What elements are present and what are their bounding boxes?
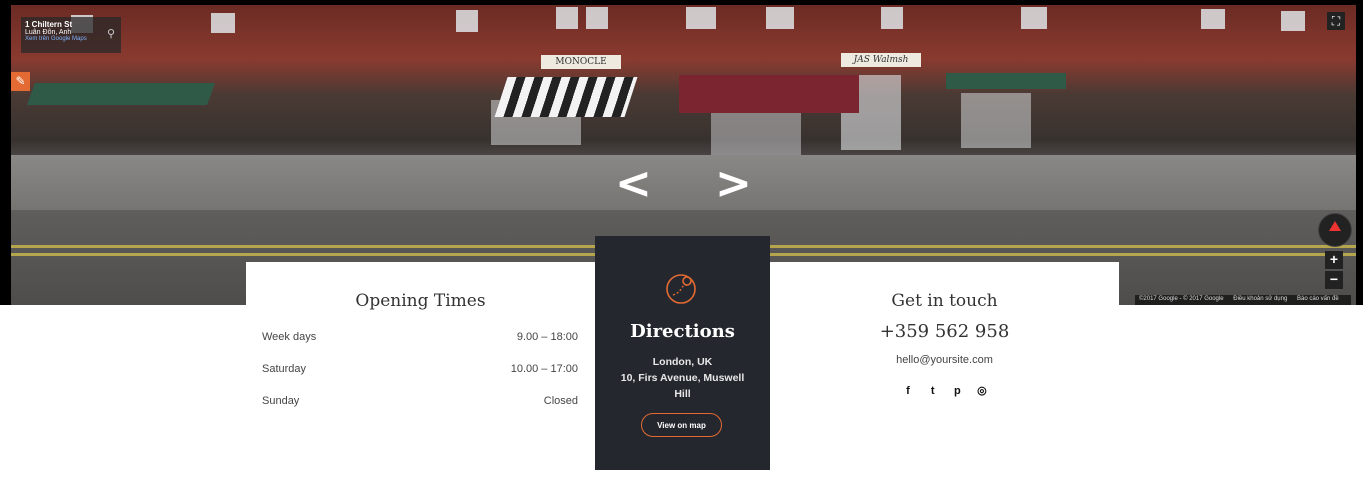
shop-sign: MONOCLE <box>541 55 621 69</box>
directions-card: Directions London, UK 10, Firs Avenue, M… <box>595 236 770 470</box>
pinterest-icon[interactable]: p <box>949 383 965 399</box>
shop-sign: JAS Walmsh <box>841 53 921 67</box>
map-location-icon <box>666 274 696 304</box>
zoom-in-button[interactable]: + <box>1325 251 1343 269</box>
opening-day: Week days <box>262 331 317 343</box>
opening-row: Week days 9.00 – 18:00 <box>262 331 578 351</box>
copyright-text: ©2017 Google - © 2017 Google <box>1139 296 1224 302</box>
email-link[interactable]: hello@yoursite.com <box>770 354 1119 366</box>
directions-city: London, UK <box>652 356 713 368</box>
opening-hours: Closed <box>543 395 578 407</box>
google-footer: ©2017 Google - © 2017 Google Điều khoản … <box>1135 295 1351 305</box>
directions-street: 10, Firs Avenue, Muswell <box>620 372 745 384</box>
shop-awning <box>946 73 1066 89</box>
building-window <box>456 10 478 32</box>
view-on-google-maps-link[interactable]: Xem trên Google Maps <box>25 36 117 42</box>
view-on-map-button[interactable]: View on map <box>641 413 722 437</box>
report-link[interactable]: Báo cáo vấn đề <box>1297 296 1339 302</box>
opening-hours: 10.00 – 17:00 <box>510 363 578 375</box>
directions-area: Hill <box>674 388 691 400</box>
shop-awning-striped <box>494 77 638 117</box>
address-info-box[interactable]: 1 Chiltern St Luân Đôn, Anh Xem trên Goo… <box>21 17 121 53</box>
opening-day: Saturday <box>262 363 307 375</box>
phone-number[interactable]: +359 562 958 <box>770 321 1119 342</box>
shop-window <box>961 93 1031 148</box>
building-window <box>766 7 794 29</box>
zoom-out-button[interactable]: − <box>1325 271 1343 289</box>
shop-awning-red <box>679 75 859 113</box>
directions-title: Directions <box>630 321 735 342</box>
opening-day: Sunday <box>262 395 300 407</box>
opening-hours: 9.00 – 18:00 <box>516 331 578 343</box>
sidewalk <box>11 155 1356 215</box>
address-title: 1 Chiltern St <box>25 20 73 29</box>
shop-awning <box>26 83 216 105</box>
building-window <box>1201 9 1225 29</box>
building-window <box>556 7 578 29</box>
building-window <box>881 7 903 29</box>
opening-times-title: Opening Times <box>355 291 486 311</box>
chevron-left-icon[interactable]: < <box>615 162 652 206</box>
social-links: f t p ◎ <box>900 383 990 399</box>
opening-row: Sunday Closed <box>262 395 578 415</box>
map-pin-icon: ⚲ <box>107 28 116 40</box>
building-window <box>211 13 235 33</box>
chevron-right-icon[interactable]: > <box>715 162 752 206</box>
fullscreen-icon[interactable]: ⛶ <box>1327 12 1345 30</box>
get-in-touch-title: Get in touch <box>891 291 998 311</box>
address-subtitle: Luân Đôn, Anh <box>25 29 72 36</box>
building-window <box>686 7 716 29</box>
compass-icon[interactable] <box>1318 213 1352 247</box>
facebook-icon[interactable]: f <box>900 383 916 399</box>
shop-window <box>711 110 801 155</box>
building-window <box>1281 11 1305 31</box>
opening-times-card: Opening Times Week days 9.00 – 18:00 Sat… <box>246 262 595 497</box>
get-in-touch-card: Get in touch +359 562 958 hello@yoursite… <box>770 262 1119 497</box>
opening-row: Saturday 10.00 – 17:00 <box>262 363 578 383</box>
building-window <box>1021 7 1047 29</box>
twitter-icon[interactable]: t <box>925 383 941 399</box>
terms-link[interactable]: Điều khoản sử dụng <box>1233 296 1287 302</box>
building-window <box>586 7 608 29</box>
brush-icon[interactable]: ✎ <box>11 72 30 91</box>
instagram-icon[interactable]: ◎ <box>974 383 990 399</box>
